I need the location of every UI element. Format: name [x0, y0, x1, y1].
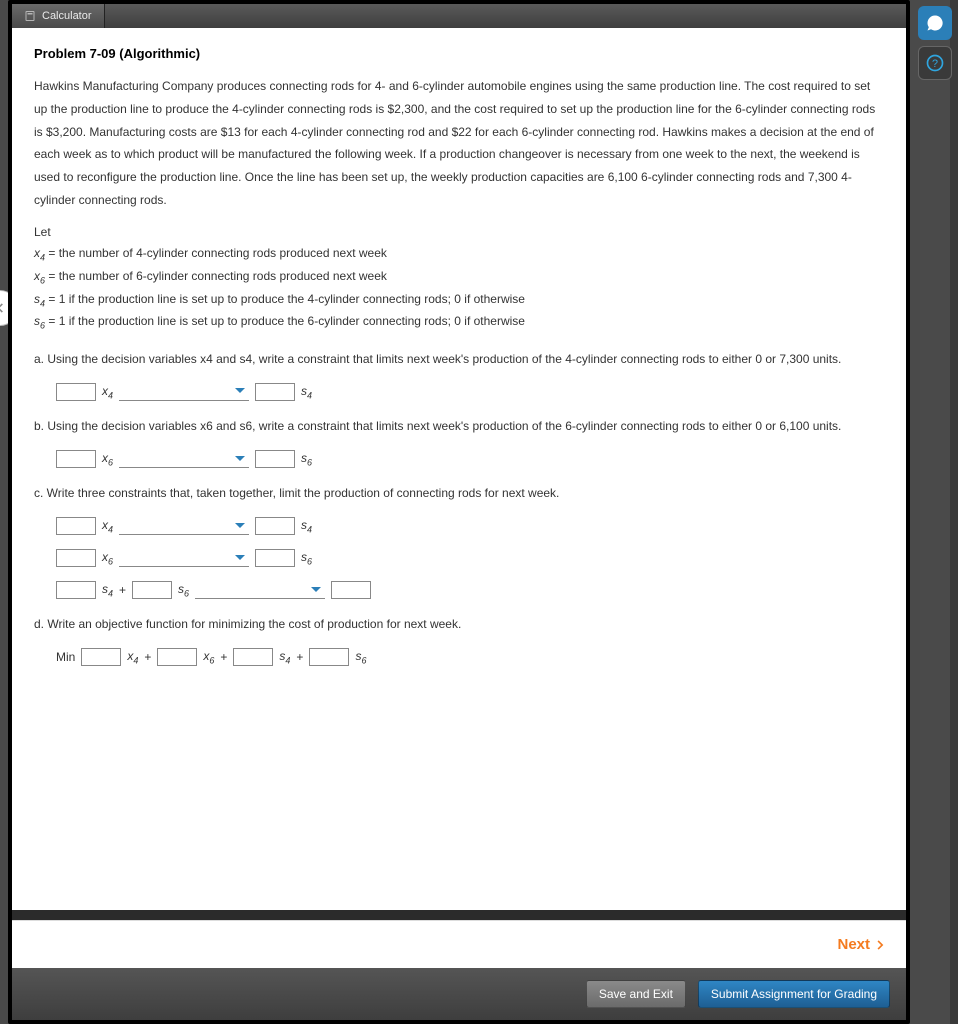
d-coef-s6[interactable] — [309, 648, 349, 666]
def-x4: x4 = the number of 4-cylinder connecting… — [34, 243, 884, 266]
c3-coef-s4[interactable] — [56, 581, 96, 599]
b-coef-s6[interactable] — [255, 450, 295, 468]
tab-calculator[interactable]: Calculator — [12, 4, 105, 28]
chevron-left-icon — [0, 301, 7, 315]
def-x6: x6 = the number of 6-cylinder connecting… — [34, 266, 884, 289]
chevron-down-icon — [311, 585, 321, 595]
question-b: b. Using the decision variables x6 and s… — [34, 417, 884, 436]
footer-actions: Save and Exit Submit Assignment for Grad… — [12, 968, 906, 1020]
row-d: Min x4 + x6 + s4 + s6 — [56, 648, 884, 666]
c2-coef-x6[interactable] — [56, 549, 96, 567]
var-x6: x6 — [102, 451, 113, 467]
save-exit-button[interactable]: Save and Exit — [586, 980, 686, 1008]
chat-button[interactable] — [918, 6, 952, 40]
let-label: Let — [34, 222, 884, 244]
question-c: c. Write three constraints that, taken t… — [34, 484, 884, 503]
plus-sign: + — [119, 583, 126, 597]
a-operator-select[interactable] — [119, 383, 249, 401]
d-coef-x6[interactable] — [157, 648, 197, 666]
c2-operator-select[interactable] — [119, 549, 249, 567]
content-area: Problem 7-09 (Algorithmic) Hawkins Manuf… — [12, 28, 906, 910]
var-s4: s4 — [301, 384, 312, 400]
c1-operator-select[interactable] — [119, 517, 249, 535]
c3-operator-select[interactable] — [195, 581, 325, 599]
b-coef-x6[interactable] — [56, 450, 96, 468]
row-b: x6 s6 — [56, 450, 884, 468]
a-coef-s4[interactable] — [255, 383, 295, 401]
c1-coef-x4[interactable] — [56, 517, 96, 535]
c1-coef-s4[interactable] — [255, 517, 295, 535]
row-c3: s4 + s6 — [56, 581, 884, 599]
def-s6: s6 = 1 if the production line is set up … — [34, 311, 884, 334]
a-coef-x4[interactable] — [56, 383, 96, 401]
next-button[interactable]: Next — [837, 936, 888, 953]
help-button[interactable]: ? — [918, 46, 952, 80]
chevron-right-icon — [874, 938, 888, 952]
chevron-down-icon — [235, 454, 245, 464]
var-s6: s6 — [301, 451, 312, 467]
c3-coef-s6[interactable] — [132, 581, 172, 599]
submit-button[interactable]: Submit Assignment for Grading — [698, 980, 890, 1008]
svg-text:?: ? — [932, 58, 938, 70]
chevron-down-icon — [235, 521, 245, 531]
next-label: Next — [837, 936, 870, 953]
calculator-icon — [24, 10, 36, 22]
right-gutter — [950, 0, 958, 1024]
chevron-down-icon — [235, 553, 245, 563]
d-coef-x4[interactable] — [81, 648, 121, 666]
problem-title: Problem 7-09 (Algorithmic) — [34, 46, 884, 61]
tab-label: Calculator — [42, 10, 92, 22]
min-label: Min — [56, 650, 75, 664]
c2-coef-s6[interactable] — [255, 549, 295, 567]
row-c1: x4 s4 — [56, 517, 884, 535]
row-c2: x6 s6 — [56, 549, 884, 567]
var-x4: x4 — [102, 384, 113, 400]
question-d: d. Write an objective function for minim… — [34, 615, 884, 634]
problem-paragraph: Hawkins Manufacturing Company produces c… — [34, 75, 884, 212]
question-a: a. Using the decision variables x4 and s… — [34, 350, 884, 369]
tab-bar: Calculator — [12, 4, 906, 28]
c3-rhs[interactable] — [331, 581, 371, 599]
footer-nav: Next — [12, 920, 906, 968]
chat-icon — [925, 13, 945, 33]
b-operator-select[interactable] — [119, 450, 249, 468]
def-s4: s4 = 1 if the production line is set up … — [34, 289, 884, 312]
row-a: x4 s4 — [56, 383, 884, 401]
help-icon: ? — [925, 53, 945, 73]
d-coef-s4[interactable] — [233, 648, 273, 666]
chevron-down-icon — [235, 386, 245, 396]
main-panel: Calculator Problem 7-09 (Algorithmic) Ha… — [8, 0, 910, 1024]
